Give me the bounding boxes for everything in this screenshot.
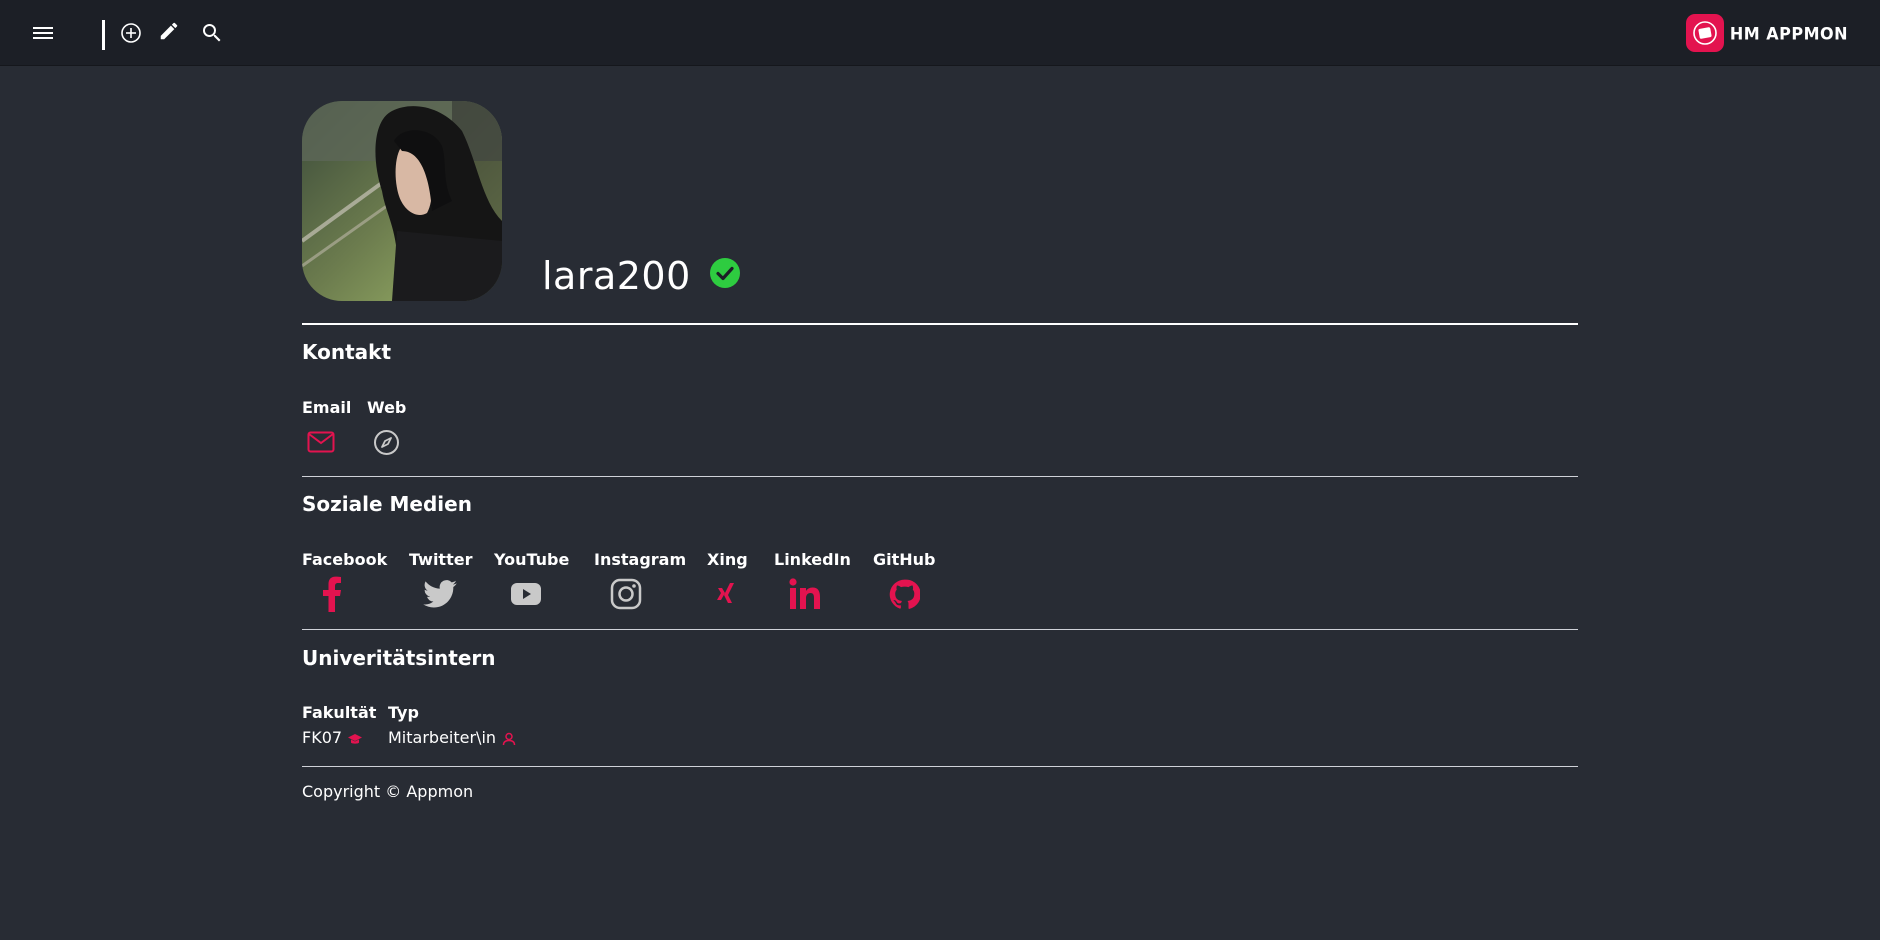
menu-icon[interactable] [32, 24, 54, 42]
section-title-university: Univeritätsintern [302, 646, 496, 670]
linkedin-icon[interactable] [789, 578, 821, 610]
facebook-icon[interactable] [323, 576, 341, 612]
instagram-icon[interactable] [610, 578, 642, 610]
section-divider [302, 629, 1578, 630]
brand[interactable]: HM APPMON [1685, 14, 1848, 52]
type-label: Typ [388, 703, 419, 722]
xing-label: Xing [707, 550, 748, 569]
compass-icon[interactable] [373, 429, 400, 456]
twitter-icon[interactable] [423, 580, 457, 608]
faculty-value: FK07 [302, 728, 343, 747]
xing-icon[interactable] [716, 583, 736, 607]
web-label: Web [367, 398, 407, 417]
type-value: Mitarbeiter\in [388, 728, 497, 747]
username: lara200 [542, 254, 691, 298]
email-icon[interactable] [307, 431, 335, 453]
user-icon [502, 732, 516, 746]
section-divider [302, 476, 1578, 477]
section-divider [302, 766, 1578, 767]
profile-divider [302, 323, 1578, 325]
faculty-label: Fakultät [302, 703, 377, 722]
brand-name: HM APPMON [1729, 23, 1848, 43]
instagram-label: Instagram [594, 550, 687, 569]
github-label: GitHub [873, 550, 936, 569]
copyright: Copyright © Appmon [302, 782, 474, 801]
linkedin-label: LinkedIn [774, 550, 851, 569]
verified-check-icon [710, 258, 740, 288]
graduation-cap-icon [348, 734, 362, 744]
pencil-icon[interactable] [158, 20, 180, 42]
avatar [302, 101, 502, 301]
brand-logo-icon [1685, 14, 1724, 52]
github-icon[interactable] [889, 579, 920, 610]
add-circle-icon[interactable] [120, 22, 142, 44]
email-label: Email [302, 398, 352, 417]
twitter-label: Twitter [409, 550, 473, 569]
section-title-contact: Kontakt [302, 340, 392, 364]
youtube-label: YouTube [494, 550, 570, 569]
facebook-label: Facebook [302, 550, 388, 569]
youtube-icon[interactable] [511, 583, 541, 605]
search-icon[interactable] [200, 21, 224, 45]
top-bar: HM APPMON [0, 0, 1880, 66]
section-title-social: Soziale Medien [302, 492, 472, 516]
toolbar-divider [102, 20, 105, 50]
